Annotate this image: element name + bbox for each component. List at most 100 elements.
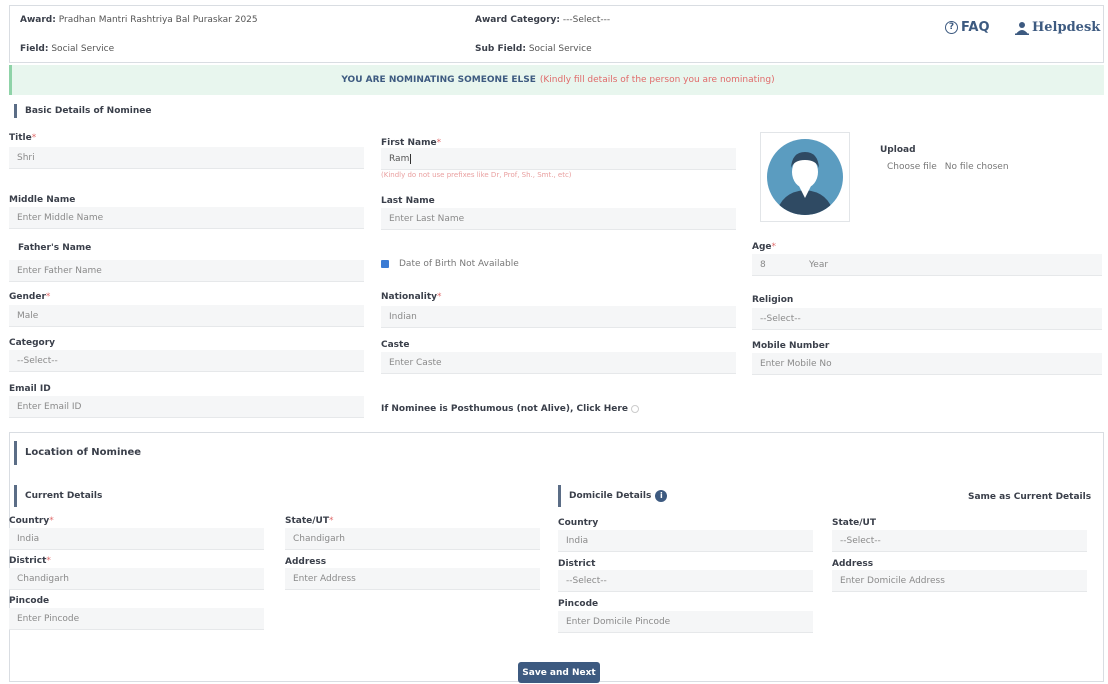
age-label-text: Age (752, 242, 772, 252)
banner-note-text: (Kindly fill details of the person you a… (539, 75, 775, 85)
dom-pincode-label: Pincode (558, 599, 599, 609)
title-label: Title* (9, 133, 37, 143)
caste-label: Caste (381, 340, 410, 350)
basic-details-title: Basic Details of Nominee (14, 104, 151, 118)
choose-file-button[interactable]: Choose file (887, 162, 937, 172)
country-select[interactable]: India (9, 528, 264, 550)
nationality-label: Nationality* (381, 292, 442, 302)
address-label: Address (285, 557, 327, 567)
field-line: Field: Social Service (20, 44, 114, 54)
address-input[interactable]: Enter Address (285, 568, 540, 590)
award-category-label: Award Category: (475, 15, 560, 25)
mobile-label: Mobile Number (752, 341, 830, 351)
save-and-next-button[interactable]: Save and Next (518, 662, 600, 683)
dom-address-input[interactable]: Enter Domicile Address (832, 570, 1087, 592)
field-label: Field: (20, 44, 49, 54)
middle-name-input[interactable]: Enter Middle Name (9, 207, 364, 229)
faq-link[interactable]: ? FAQ (945, 20, 990, 35)
sub-field-line: Sub Field: Social Service (475, 44, 592, 54)
district-label: District* (9, 556, 51, 566)
field-value: Social Service (51, 44, 115, 54)
gender-select[interactable]: Male (9, 305, 364, 327)
dom-pincode-input[interactable]: Enter Domicile Pincode (558, 611, 813, 633)
age-input[interactable]: 8 Year (752, 254, 1102, 276)
dob-not-available[interactable]: Date of Birth Not Available (381, 259, 519, 269)
dob-checkbox[interactable] (381, 260, 389, 268)
category-select[interactable]: --Select-- (9, 350, 364, 372)
first-name-label-text: First Name (381, 138, 437, 148)
current-details-title: Current Details (14, 485, 102, 507)
location-panel (9, 432, 1104, 682)
dom-state-label: State/UT (832, 518, 876, 528)
dom-district-select[interactable]: --Select-- (558, 570, 813, 592)
award-value: Pradhan Mantri Rashtriya Bal Puraskar 20… (58, 15, 258, 25)
title-select[interactable]: Shri (9, 147, 364, 169)
caste-input[interactable]: Enter Caste (381, 352, 736, 374)
posthumous-checkbox[interactable] (630, 405, 639, 413)
info-icon[interactable]: i (655, 490, 668, 502)
domicile-details-header: Domicile Details i (558, 485, 668, 507)
avatar-person-icon (767, 139, 843, 215)
upload-label: Upload (880, 145, 916, 155)
religion-select[interactable]: --Select-- (752, 308, 1102, 330)
first-name-label: First Name* (381, 138, 442, 148)
banner-main-text: YOU ARE NOMINATING SOMEONE ELSE (341, 75, 536, 85)
faq-label: FAQ (961, 20, 990, 35)
state-label-text: State/UT (285, 516, 329, 526)
email-label: Email ID (9, 384, 51, 394)
father-name-label: Father's Name (18, 243, 92, 253)
email-input[interactable]: Enter Email ID (9, 396, 364, 418)
award-category-value: ---Select--- (562, 15, 611, 25)
first-name-value: Ram (389, 153, 410, 164)
helpdesk-label: Helpdesk (1032, 20, 1101, 35)
mobile-input[interactable]: Enter Mobile No (752, 353, 1102, 375)
no-file-chosen-text: No file chosen (944, 162, 1009, 172)
nominating-banner: YOU ARE NOMINATING SOMEONE ELSE (Kindly … (9, 65, 1104, 95)
location-title: Location of Nominee (14, 441, 141, 465)
same-as-current-link[interactable]: Same as Current Details (968, 492, 1091, 502)
pincode-input[interactable]: Enter Pincode (9, 608, 264, 630)
posthumous-toggle[interactable]: If Nominee is Posthumous (not Alive), Cl… (381, 404, 639, 414)
sub-field-value: Social Service (528, 44, 592, 54)
category-label: Category (9, 338, 56, 348)
dob-not-available-label: Date of Birth Not Available (399, 259, 519, 269)
avatar-frame (760, 132, 850, 222)
gender-label-text: Gender (9, 292, 46, 302)
country-label: Country* (9, 516, 54, 526)
dom-state-select[interactable]: --Select-- (832, 530, 1087, 552)
middle-name-label: Middle Name (9, 195, 76, 205)
state-select[interactable]: Chandigarh (285, 528, 540, 550)
last-name-label: Last Name (381, 196, 435, 206)
district-label-text: District (9, 556, 47, 566)
helpdesk-link[interactable]: Helpdesk (1015, 20, 1100, 35)
posthumous-label: If Nominee is Posthumous (not Alive), Cl… (381, 404, 628, 414)
age-unit: Year (809, 259, 829, 270)
dom-district-label: District (558, 559, 596, 569)
country-label-text: Country (9, 516, 50, 526)
domicile-details-title: Domicile Details (558, 485, 651, 507)
gender-label: Gender* (9, 292, 51, 302)
religion-label: Religion (752, 295, 794, 305)
title-label-text: Title (9, 133, 32, 143)
nationality-select[interactable]: Indian (381, 306, 736, 328)
award-label: Award: (20, 15, 56, 25)
first-name-hint: (Kindly do not use prefixes like Dr, Pro… (381, 171, 572, 179)
district-select[interactable]: Chandigarh (9, 568, 264, 590)
last-name-input[interactable]: Enter Last Name (381, 208, 736, 230)
award-line: Award: Pradhan Mantri Rashtriya Bal Pura… (20, 15, 258, 25)
age-label: Age* (752, 242, 777, 252)
nationality-label-text: Nationality (381, 292, 437, 302)
age-value: 8 (760, 259, 766, 270)
dom-country-select[interactable]: India (558, 530, 813, 552)
first-name-input[interactable]: Ram (381, 148, 736, 170)
pincode-label: Pincode (9, 596, 50, 606)
award-category-select[interactable]: Award Category: ---Select--- (475, 15, 610, 25)
sub-field-label: Sub Field: (475, 44, 526, 54)
help-circle-icon: ? (945, 21, 958, 34)
father-name-input[interactable]: Enter Father Name (9, 260, 364, 282)
dom-address-label: Address (832, 559, 874, 569)
state-label: State/UT* (285, 516, 334, 526)
helpdesk-person-icon (1015, 21, 1029, 35)
file-input[interactable]: Choose file No file chosen (887, 162, 1009, 172)
header-panel (9, 5, 1104, 63)
